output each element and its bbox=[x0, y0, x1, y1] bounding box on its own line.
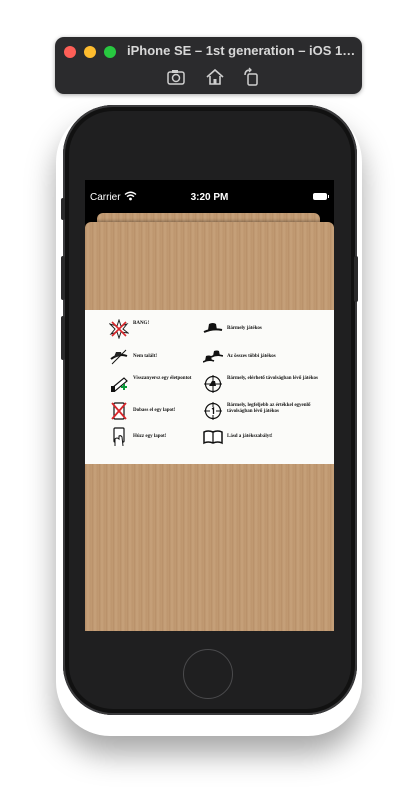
draw-card-icon bbox=[109, 427, 129, 447]
status-bar: Carrier 3:20 PM bbox=[85, 190, 334, 206]
legend-label: Bármely, elérhető távolságban lévő játék… bbox=[227, 376, 318, 381]
screenshot-icon[interactable] bbox=[165, 66, 187, 88]
volume-up-button bbox=[61, 256, 65, 300]
simulator-toolbar bbox=[55, 66, 362, 88]
legend-item: Az összes többi játékos bbox=[202, 347, 328, 373]
legend-label: Bármely játékos bbox=[227, 326, 262, 331]
minimize-window-button[interactable] bbox=[84, 46, 96, 58]
symbol-legend: BANG! Nem talált! Visszanyersz egy életp… bbox=[85, 310, 334, 464]
legend-item: Húzz egy lapot! bbox=[109, 427, 199, 453]
legend-item: Bármely játékos bbox=[203, 319, 328, 345]
device-screen: Carrier 3:20 PM BANG! Nem talált! Vissza… bbox=[85, 180, 334, 631]
legend-item: Nem talált! bbox=[109, 347, 199, 373]
rotate-icon[interactable] bbox=[241, 66, 263, 88]
legend-item: BANG! bbox=[108, 318, 199, 345]
volume-down-button bbox=[61, 316, 65, 360]
legend-label: Az összes többi játékos bbox=[227, 354, 276, 359]
legend-item: Bármely, legfeljebb az értékkel egyenlő … bbox=[203, 401, 328, 427]
legend-item: Dobass el egy lapot! bbox=[109, 401, 199, 427]
legend-item: Lásd a játékszabályt! bbox=[203, 427, 328, 453]
simulator-titlebar: iPhone SE – 1st generation – iOS 1… bbox=[55, 37, 362, 94]
zoom-window-button[interactable] bbox=[104, 46, 116, 58]
rulebook-icon bbox=[203, 427, 223, 447]
home-icon[interactable] bbox=[204, 66, 226, 88]
mute-switch bbox=[61, 198, 65, 220]
any-player-icon bbox=[203, 319, 223, 339]
regain-life-icon bbox=[109, 374, 129, 394]
simulator-title: iPhone SE – 1st generation – iOS 1… bbox=[127, 43, 356, 58]
legend-item: Visszanyersz egy életpontot bbox=[109, 374, 199, 400]
legend-label: Lásd a játékszabályt! bbox=[227, 434, 273, 439]
power-button bbox=[354, 256, 358, 302]
bang-icon bbox=[108, 318, 130, 340]
distance-one-icon bbox=[203, 401, 223, 421]
status-time: 3:20 PM bbox=[190, 192, 229, 203]
all-other-players-icon bbox=[202, 347, 224, 367]
discard-card-icon bbox=[109, 401, 129, 421]
legend-item: Bármely, elérhető távolságban lévő játék… bbox=[203, 374, 328, 400]
battery-icon bbox=[313, 193, 329, 200]
home-button[interactable] bbox=[183, 649, 233, 699]
reachable-player-icon bbox=[203, 374, 223, 394]
close-window-button[interactable] bbox=[64, 46, 76, 58]
missed-icon bbox=[109, 347, 129, 367]
legend-label: Bármely, legfeljebb az értékkel egyenlő … bbox=[227, 403, 311, 414]
